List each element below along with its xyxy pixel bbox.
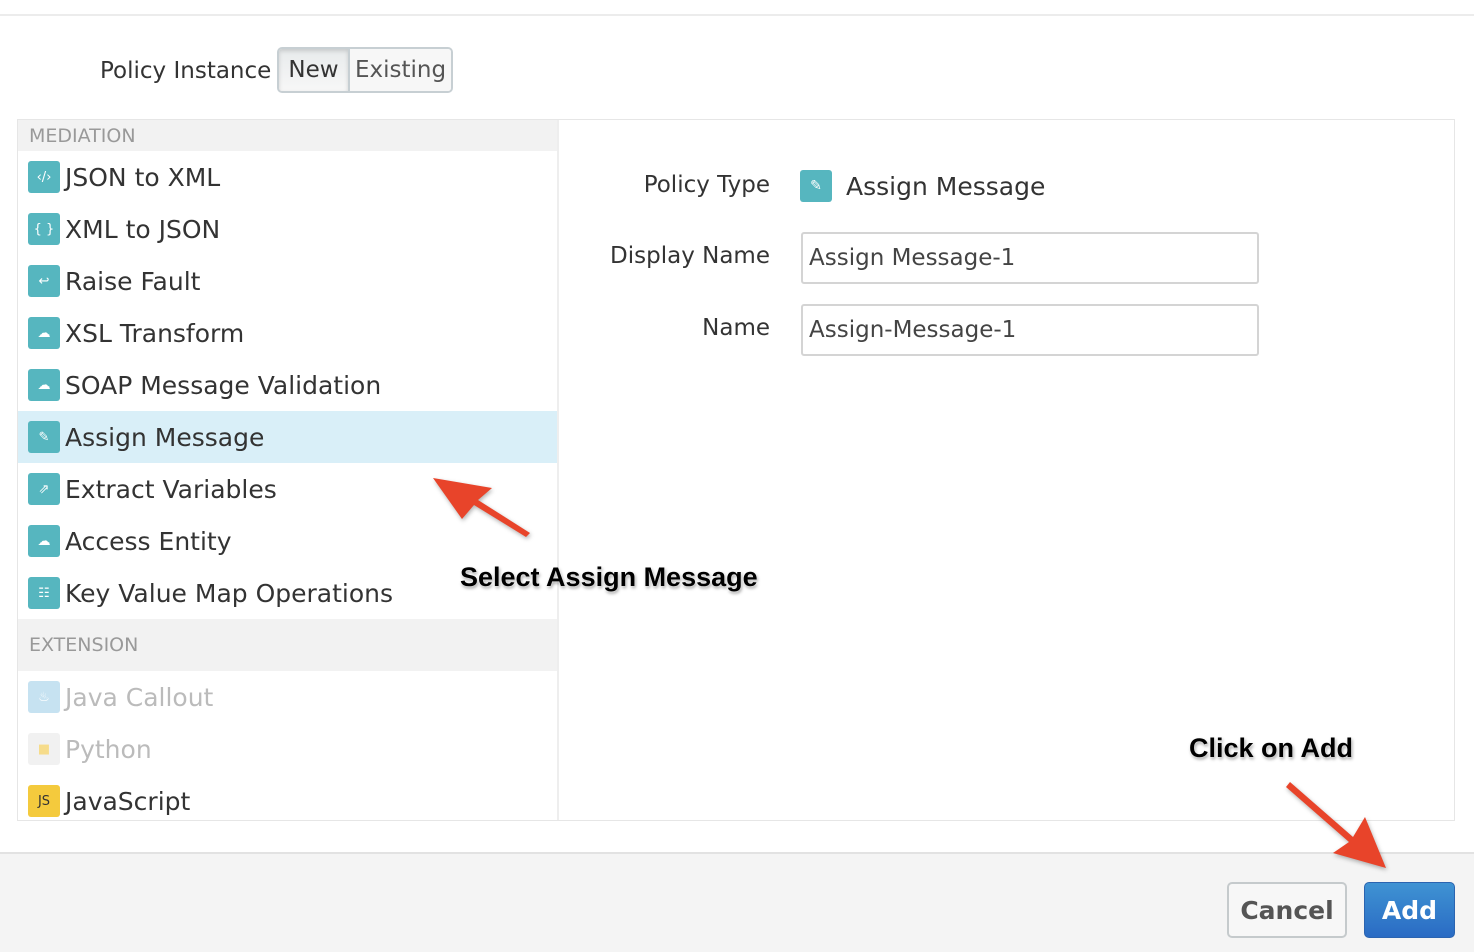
arrow-icon xyxy=(433,478,530,537)
arrow-icon xyxy=(1286,782,1386,868)
annotation-arrows xyxy=(433,478,1386,868)
